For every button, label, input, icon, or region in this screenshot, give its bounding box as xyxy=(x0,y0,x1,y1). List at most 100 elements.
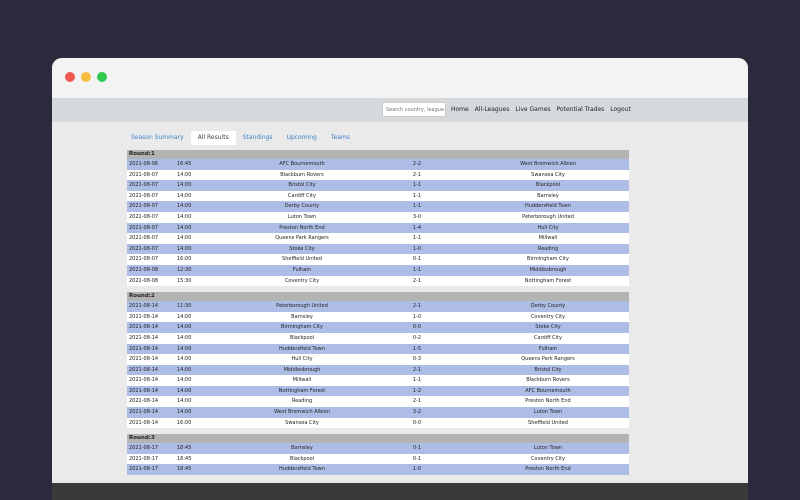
browser-window: Home All-Leagues Live Games Potential Tr… xyxy=(52,58,748,500)
results-list: Round:1 2021-08-06 16:45 AFC Bournemouth 2-2… xyxy=(127,150,629,500)
match-row[interactable]: 2021-08-07 14:00 Preston North End 1-4 Hull … xyxy=(127,222,629,234)
match-score: 1-1 xyxy=(412,266,422,273)
match-row[interactable]: 2021-08-07 14:00 Stoke City 1-0 Reading xyxy=(127,243,629,255)
match-score: 1-0 xyxy=(412,313,422,320)
match-row[interactable]: 2021-08-14 14:00 Barnsley 1-0 Coventry City xyxy=(127,311,629,323)
close-window-icon[interactable] xyxy=(65,72,75,82)
away-team: Preston North End xyxy=(525,466,571,473)
away-team: Blackpool xyxy=(535,182,561,189)
match-date: 2021-08-14 xyxy=(129,345,159,352)
tab-teams[interactable]: Teams xyxy=(324,131,357,145)
away-team: Nottingham Forest xyxy=(524,277,572,284)
match-date: 2021-08-17 xyxy=(129,466,159,473)
tab-season-summary[interactable]: Season Summary xyxy=(124,131,191,145)
home-team: Hull City xyxy=(291,356,313,363)
match-score: 2-1 xyxy=(412,277,422,284)
match-row[interactable]: 2021-08-08 12:30 Fulham 1-1 Middlesbrough xyxy=(127,264,629,276)
match-row[interactable]: 2021-08-17 18:45 Huddersfield Town 1-0 Prest… xyxy=(127,464,629,476)
match-row[interactable]: 2021-08-14 14:00 Reading 2-1 Preston North E… xyxy=(127,396,629,408)
match-score: 1-5 xyxy=(412,345,422,352)
match-row[interactable]: 2021-08-14 14:00 Huddersfield Town 1-5 Fulha… xyxy=(127,343,629,355)
minimize-window-icon[interactable] xyxy=(81,72,91,82)
away-team: Birmingham City xyxy=(527,256,569,263)
away-team: Barnsley xyxy=(537,192,559,199)
match-row[interactable]: 2021-08-14 14:00 Hull City 0-3 Queens Park R… xyxy=(127,354,629,365)
match-row[interactable]: 2021-08-08 15:30 Coventry City 2-1 Nottingha… xyxy=(127,275,629,287)
match-row[interactable]: 2021-08-14 14:00 Nottingham Forest 1-2 AFC B… xyxy=(127,385,629,397)
match-date: 2021-08-17 xyxy=(129,455,159,462)
round-header: Round:3 xyxy=(127,434,629,444)
match-time: 15:30 xyxy=(177,277,192,284)
title-bar xyxy=(52,58,748,98)
match-score: 2-1 xyxy=(412,303,422,310)
match-time: 14:00 xyxy=(177,387,192,394)
home-team: Fulham xyxy=(292,266,312,273)
match-date: 2021-08-08 xyxy=(129,277,159,284)
nav-live-games-link[interactable]: Live Games xyxy=(515,106,550,113)
match-time: 14:00 xyxy=(177,182,192,189)
match-time: 14:00 xyxy=(177,245,192,252)
match-date: 2021-08-17 xyxy=(129,445,159,452)
home-team: Millwall xyxy=(292,377,312,384)
home-team: Huddersfield Town xyxy=(279,466,325,473)
match-row[interactable]: 2021-08-06 16:45 AFC Bournemouth 2-2 West Br… xyxy=(127,159,629,170)
match-time: 18:45 xyxy=(177,455,192,462)
match-row[interactable]: 2021-08-14 14:00 Millwall 1-1 Blackburn Rove… xyxy=(127,375,629,386)
match-row[interactable]: 2021-08-07 14:00 Queens Park Rangers 1-1 Mil… xyxy=(127,233,629,244)
match-row[interactable]: 2021-08-14 14:00 Birmingham City 0-0 Stoke C… xyxy=(127,322,629,333)
home-team: Blackpool xyxy=(289,455,315,462)
match-row[interactable]: 2021-08-07 14:00 Cardiff City 1-1 Barnsley xyxy=(127,190,629,202)
maximize-window-icon[interactable] xyxy=(97,72,107,82)
away-team: Millwall xyxy=(538,235,558,242)
match-row[interactable]: 2021-08-07 14:00 Blackburn Rovers 2-1 Swanse… xyxy=(127,169,629,181)
tab-upcoming[interactable]: Upcoming xyxy=(280,131,324,145)
nav-links: Home All-Leagues Live Games Potential Tr… xyxy=(451,106,631,113)
match-date: 2021-08-07 xyxy=(129,245,159,252)
match-row[interactable]: 2021-08-17 18:45 Blackpool 0-1 Coventry City xyxy=(127,453,629,465)
match-date: 2021-08-14 xyxy=(129,377,159,384)
match-row[interactable]: 2021-08-07 14:00 Derby County 1-1 Huddersfie… xyxy=(127,201,629,212)
match-row[interactable]: 2021-08-07 14:00 Bristol City 1-1 Blackpool xyxy=(127,180,629,191)
match-score: 0-3 xyxy=(412,356,422,363)
match-date: 2021-08-07 xyxy=(129,213,159,220)
home-team: Stoke City xyxy=(289,245,315,252)
match-date: 2021-08-14 xyxy=(129,324,159,331)
match-row[interactable]: 2021-08-07 16:00 Sheffield United 0-1 Birmin… xyxy=(127,254,629,265)
results-tabs: Season Summary All Results Standings Upc… xyxy=(124,131,357,145)
match-score: 2-1 xyxy=(412,398,422,405)
match-row[interactable]: 2021-08-14 14:00 West Bromwich Albion 3-2 Lu… xyxy=(127,407,629,418)
home-team: Birmingham City xyxy=(281,324,323,331)
away-team: West Bromwich Albion xyxy=(520,161,576,167)
match-score: 0-0 xyxy=(412,324,422,331)
match-score: 1-0 xyxy=(412,245,422,252)
match-row[interactable]: 2021-08-14 14:00 Blackpool 0-2 Cardiff City xyxy=(127,332,629,344)
match-time: 16:00 xyxy=(177,256,192,263)
tab-all-results[interactable]: All Results xyxy=(190,131,236,145)
match-time: 14:00 xyxy=(177,203,192,210)
match-time: 14:00 xyxy=(177,409,192,416)
round-section: Round:2 2021-08-14 11:30 Peterborough Unite… xyxy=(127,292,629,429)
away-team: Huddersfield Town xyxy=(525,203,571,210)
home-team: Blackpool xyxy=(289,334,315,341)
match-date: 2021-08-14 xyxy=(129,313,159,320)
match-row[interactable]: 2021-08-14 14:00 Middlesbrough 2-1 Bristol C… xyxy=(127,364,629,376)
home-team: AFC Bournemouth xyxy=(279,161,325,167)
nav-potential-trades-link[interactable]: Potential Trades xyxy=(557,106,605,113)
match-date: 2021-08-07 xyxy=(129,182,159,189)
home-team: Coventry City xyxy=(284,277,320,284)
match-row[interactable]: 2021-08-14 11:30 Peterborough United 2-1 Der… xyxy=(127,301,629,312)
match-row[interactable]: 2021-08-14 16:00 Swansea City 0-0 Sheffield … xyxy=(127,417,629,429)
nav-all-leagues-link[interactable]: All-Leagues xyxy=(475,106,510,113)
away-team: Preston North End xyxy=(525,398,571,405)
match-date: 2021-08-14 xyxy=(129,334,159,341)
nav-home-link[interactable]: Home xyxy=(451,106,469,113)
match-time: 14:00 xyxy=(177,334,192,341)
match-score: 3-2 xyxy=(412,409,422,416)
match-time: 12:30 xyxy=(177,266,192,273)
tab-standings[interactable]: Standings xyxy=(236,131,280,145)
search-input[interactable] xyxy=(382,102,446,117)
match-score: 1-2 xyxy=(412,387,422,394)
match-row[interactable]: 2021-08-17 18:45 Barnsley 0-1 Luton Town xyxy=(127,443,629,454)
nav-logout-link[interactable]: Logout xyxy=(610,106,631,113)
match-row[interactable]: 2021-08-07 14:00 Luton Town 3-0 Peterborough… xyxy=(127,211,629,223)
